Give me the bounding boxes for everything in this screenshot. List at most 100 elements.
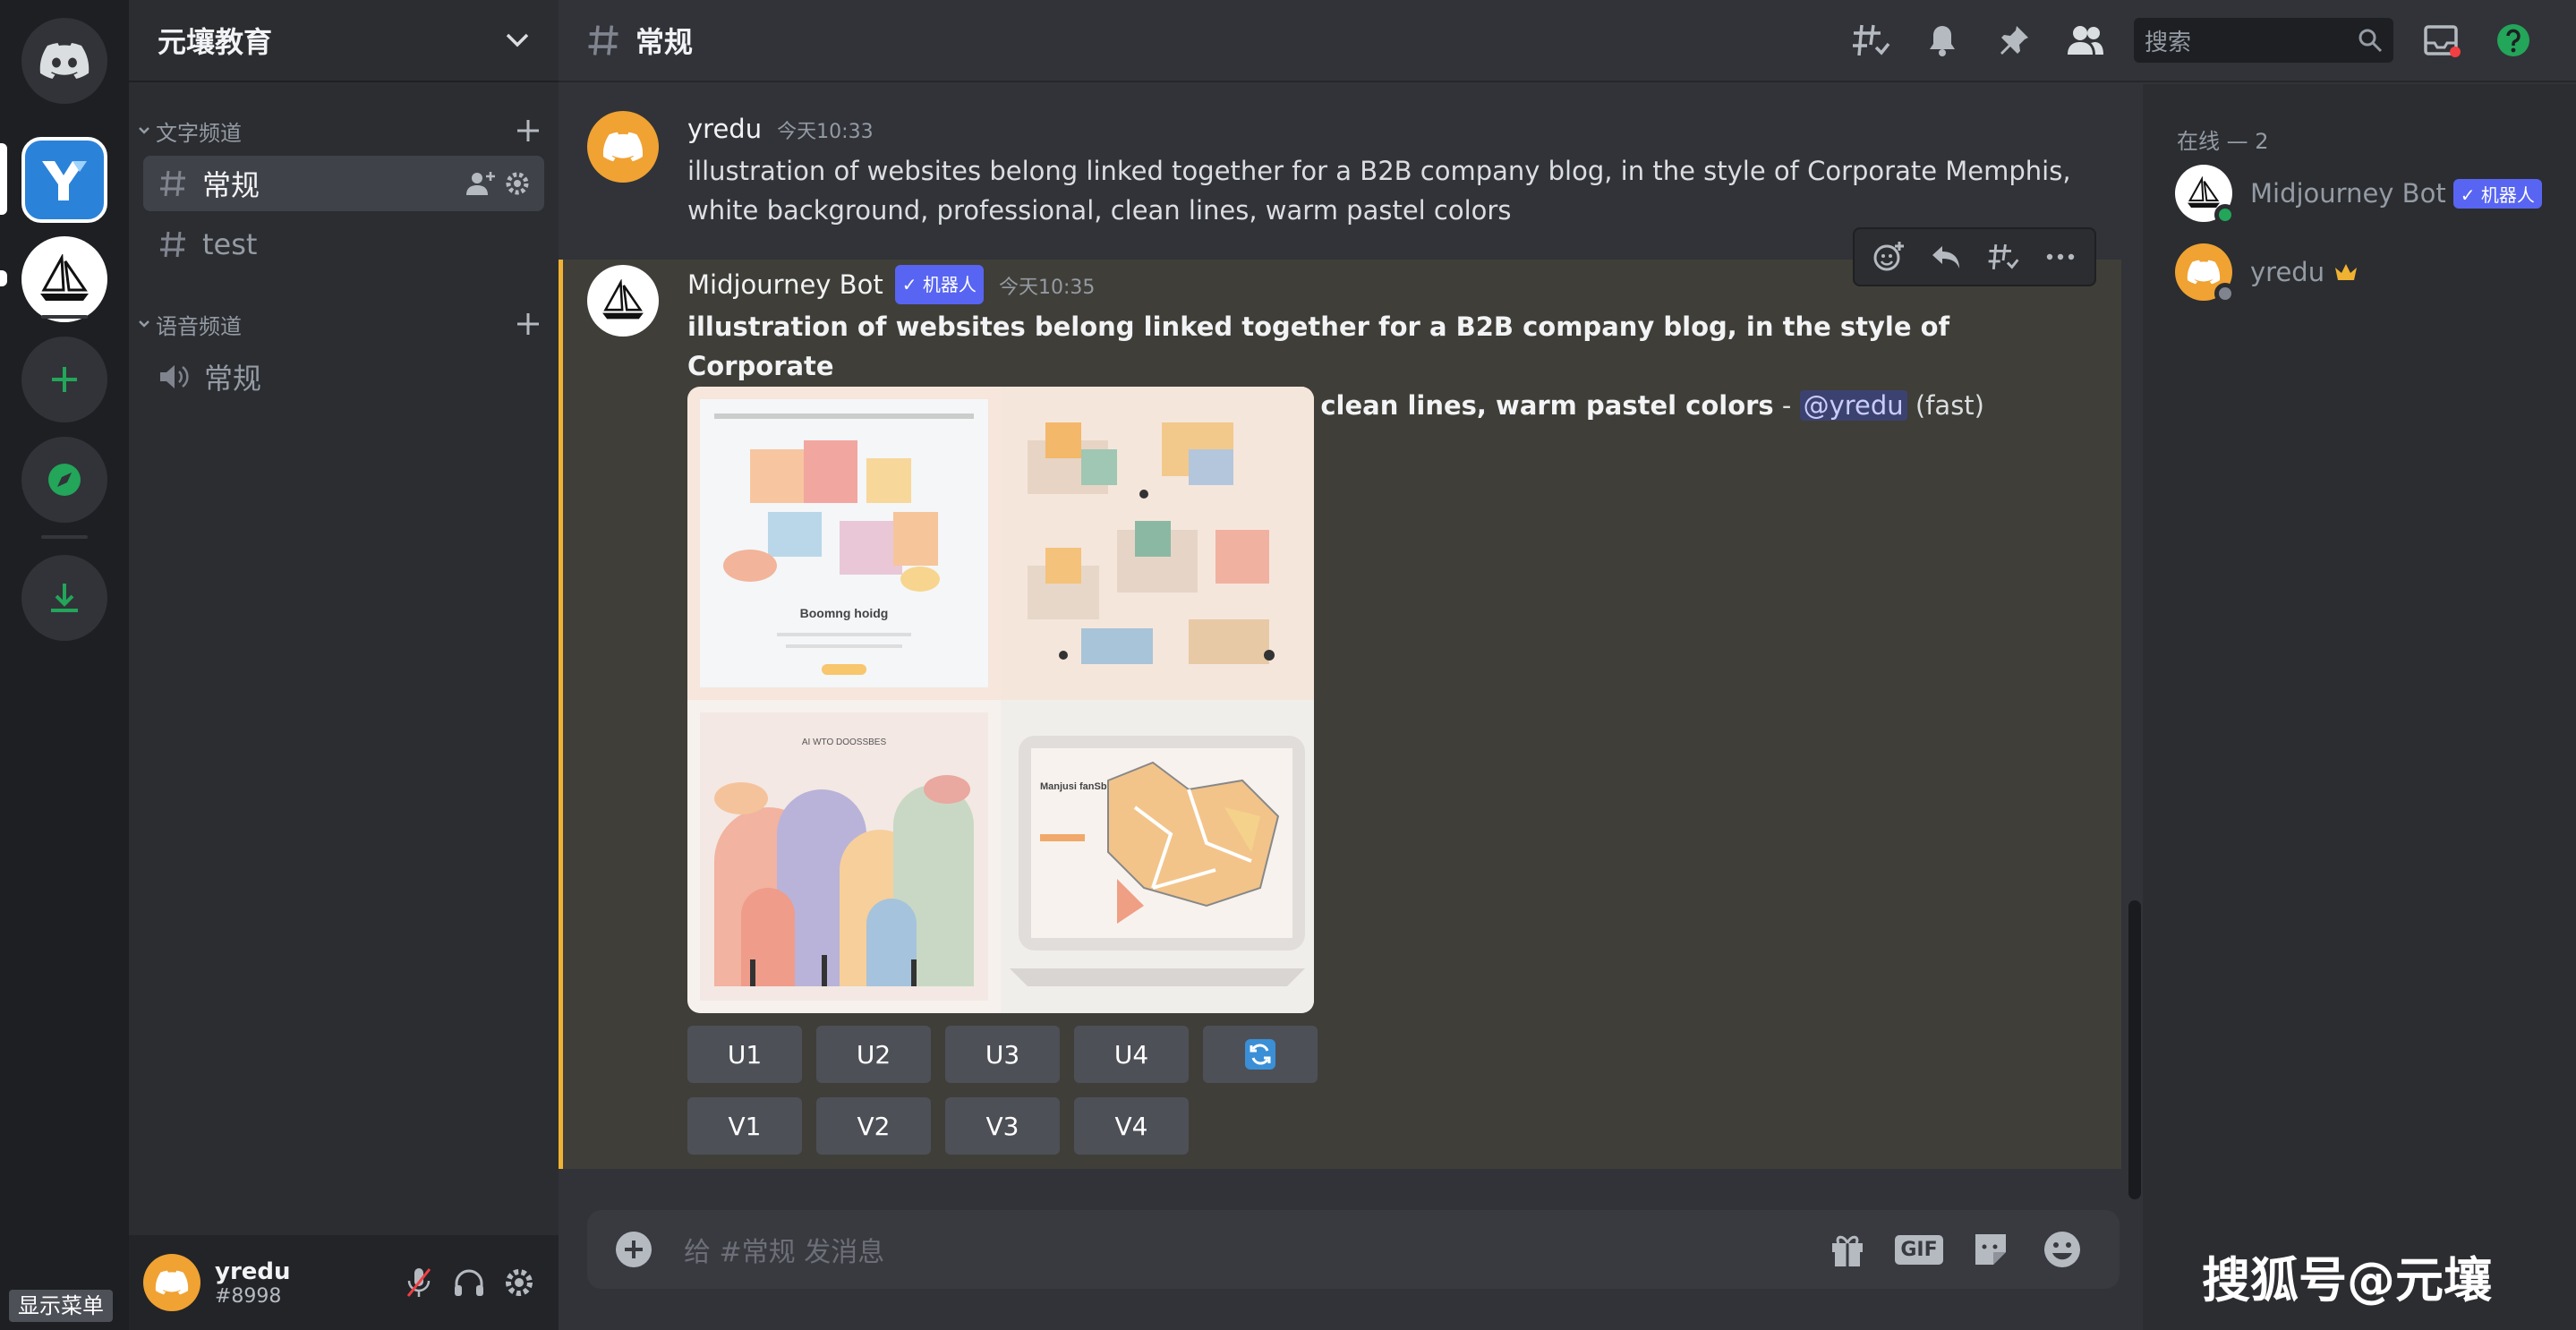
hashtag-icon	[160, 231, 185, 258]
sailboat-icon	[40, 254, 89, 301]
message-text-line: illustration of websites belong linked t…	[687, 156, 2071, 186]
speaker-icon	[160, 365, 189, 388]
active-server-pill	[0, 143, 7, 215]
guild-name: 元壤教育	[158, 25, 273, 59]
u1-button[interactable]: U1	[687, 1026, 802, 1083]
microphone-muted-icon	[406, 1268, 431, 1297]
bot-badge: ✓ 机器人	[2452, 178, 2542, 209]
chat-scrollbar[interactable]	[2128, 900, 2141, 1199]
v1-button[interactable]: V1	[687, 1097, 802, 1155]
search-input[interactable]: 搜索	[2134, 18, 2393, 63]
yuanrang-logo-icon	[42, 161, 87, 200]
crown-icon	[2335, 264, 2358, 280]
watermark-text: 搜狐号@元壤	[2202, 1252, 2492, 1309]
add-channel-icon[interactable]	[516, 118, 541, 143]
avatar[interactable]	[143, 1254, 200, 1311]
help-button[interactable]	[2478, 4, 2549, 76]
discord-logo-icon	[155, 1270, 189, 1295]
illustration-websites-1: Boomng hoidg	[700, 399, 988, 687]
rail-divider	[41, 315, 88, 319]
bell-icon	[1930, 26, 1955, 56]
download-apps-button[interactable]	[21, 555, 107, 641]
v3-button[interactable]: V3	[945, 1097, 1060, 1155]
voice-channel-general[interactable]: 常规	[143, 349, 544, 405]
channel-general[interactable]: 常规	[143, 156, 544, 211]
message-author[interactable]: yredu	[687, 114, 762, 144]
search-placeholder: 搜索	[2145, 29, 2192, 56]
rail-divider-2	[41, 535, 88, 539]
explore-servers-button[interactable]	[21, 437, 107, 523]
variation-button-row: V1 V2 V3 V4	[687, 1097, 1189, 1155]
u2-button[interactable]: U2	[816, 1026, 931, 1083]
chevron-down-icon	[506, 33, 529, 47]
u4-button[interactable]: U4	[1074, 1026, 1189, 1083]
show-menu-label[interactable]: 显示菜单	[9, 1290, 113, 1322]
message-input[interactable]: 给 #常规 发消息	[684, 1230, 1812, 1269]
image-grid[interactable]: Boomng hoidg AI WTO DOOSSBES Manjusi fan…	[687, 387, 1314, 1013]
avatar	[2175, 165, 2236, 226]
avatar[interactable]	[587, 265, 659, 337]
invite-user-icon[interactable]	[465, 170, 496, 197]
user-panel: yredu #8998	[129, 1235, 559, 1330]
plus-circle-icon	[616, 1232, 652, 1267]
generated-image-3[interactable]: AI WTO DOOSSBES	[687, 700, 1001, 1013]
bot-badge-label: 机器人	[2480, 183, 2535, 206]
server-midjourney[interactable]	[21, 236, 107, 322]
discord-logo-icon	[2187, 260, 2221, 285]
chevron-down-icon	[139, 127, 149, 134]
server-yuanrang[interactable]	[21, 137, 107, 223]
gear-icon[interactable]	[505, 171, 530, 196]
attach-button[interactable]	[609, 1214, 659, 1285]
sticker-button[interactable]	[1955, 1214, 2026, 1285]
guild-header[interactable]: 元壤教育	[129, 0, 559, 82]
channel-test[interactable]: test	[143, 217, 544, 272]
discord-home-button[interactable]	[21, 18, 107, 104]
prompt-text-line: illustration of websites belong linked t…	[687, 311, 1950, 381]
members-icon	[2068, 26, 2103, 55]
search-icon	[2358, 29, 2383, 53]
user-settings-button[interactable]	[494, 1258, 544, 1308]
generated-image-4[interactable]: Manjusi fanSbueeeBeloheeg	[1001, 700, 1314, 1013]
notifications-button[interactable]	[1906, 4, 1978, 76]
channel-label: 常规	[204, 362, 262, 396]
v2-button[interactable]: V2	[816, 1097, 931, 1155]
gift-button[interactable]	[1812, 1214, 1883, 1285]
discord-logo-icon	[39, 43, 90, 79]
headphones-icon	[455, 1269, 483, 1296]
inbox-icon	[2424, 25, 2461, 57]
deafen-button[interactable]	[444, 1258, 494, 1308]
message-composer: 给 #常规 发消息 GIF	[587, 1210, 2120, 1289]
emoji-button[interactable]	[2026, 1214, 2098, 1285]
message-list: yredu 今天10:33 illustration of websites b…	[559, 84, 2121, 1169]
generated-image-1[interactable]: Boomng hoidg	[687, 387, 1001, 700]
illustration-websites-2	[1001, 387, 1314, 700]
member-yredu[interactable]: yredu	[2175, 236, 2569, 308]
threads-icon	[1853, 24, 1890, 56]
member-midjourney-bot[interactable]: Midjourney Bot ✓ 机器人	[2175, 158, 2569, 229]
category-text-channels[interactable]: 文字频道	[138, 113, 541, 149]
member-name: Midjourney Bot	[2250, 178, 2446, 209]
message-text-line: white background, professional, clean li…	[687, 195, 1512, 226]
user-mention[interactable]: @yredu	[1799, 390, 1907, 421]
pinned-messages-button[interactable]	[1978, 4, 2050, 76]
u3-button[interactable]: U3	[945, 1026, 1060, 1083]
unread-pill	[0, 270, 7, 286]
gif-button[interactable]: GIF	[1883, 1214, 1955, 1285]
user-info[interactable]: yredu #8998	[215, 1258, 394, 1308]
message-author[interactable]: Midjourney Bot	[687, 269, 883, 300]
avatar[interactable]	[587, 111, 659, 183]
generated-image-2[interactable]	[1001, 387, 1314, 700]
inbox-button[interactable]	[2406, 4, 2478, 76]
v4-button[interactable]: V4	[1074, 1097, 1189, 1155]
add-server-button[interactable]	[21, 337, 107, 422]
category-label: 文字频道	[156, 120, 242, 146]
category-voice-channels[interactable]: 语音频道	[138, 306, 541, 342]
member-list-button[interactable]	[2050, 4, 2121, 76]
bot-badge: ✓ 机器人	[894, 265, 984, 304]
reroll-button[interactable]	[1203, 1026, 1318, 1083]
mute-button[interactable]	[394, 1258, 444, 1308]
prompt-separator: -	[1773, 390, 1800, 421]
threads-button[interactable]	[1835, 4, 1906, 76]
add-channel-icon[interactable]	[516, 311, 541, 337]
upscale-button-row: U1 U2 U3 U4	[687, 1026, 1318, 1083]
